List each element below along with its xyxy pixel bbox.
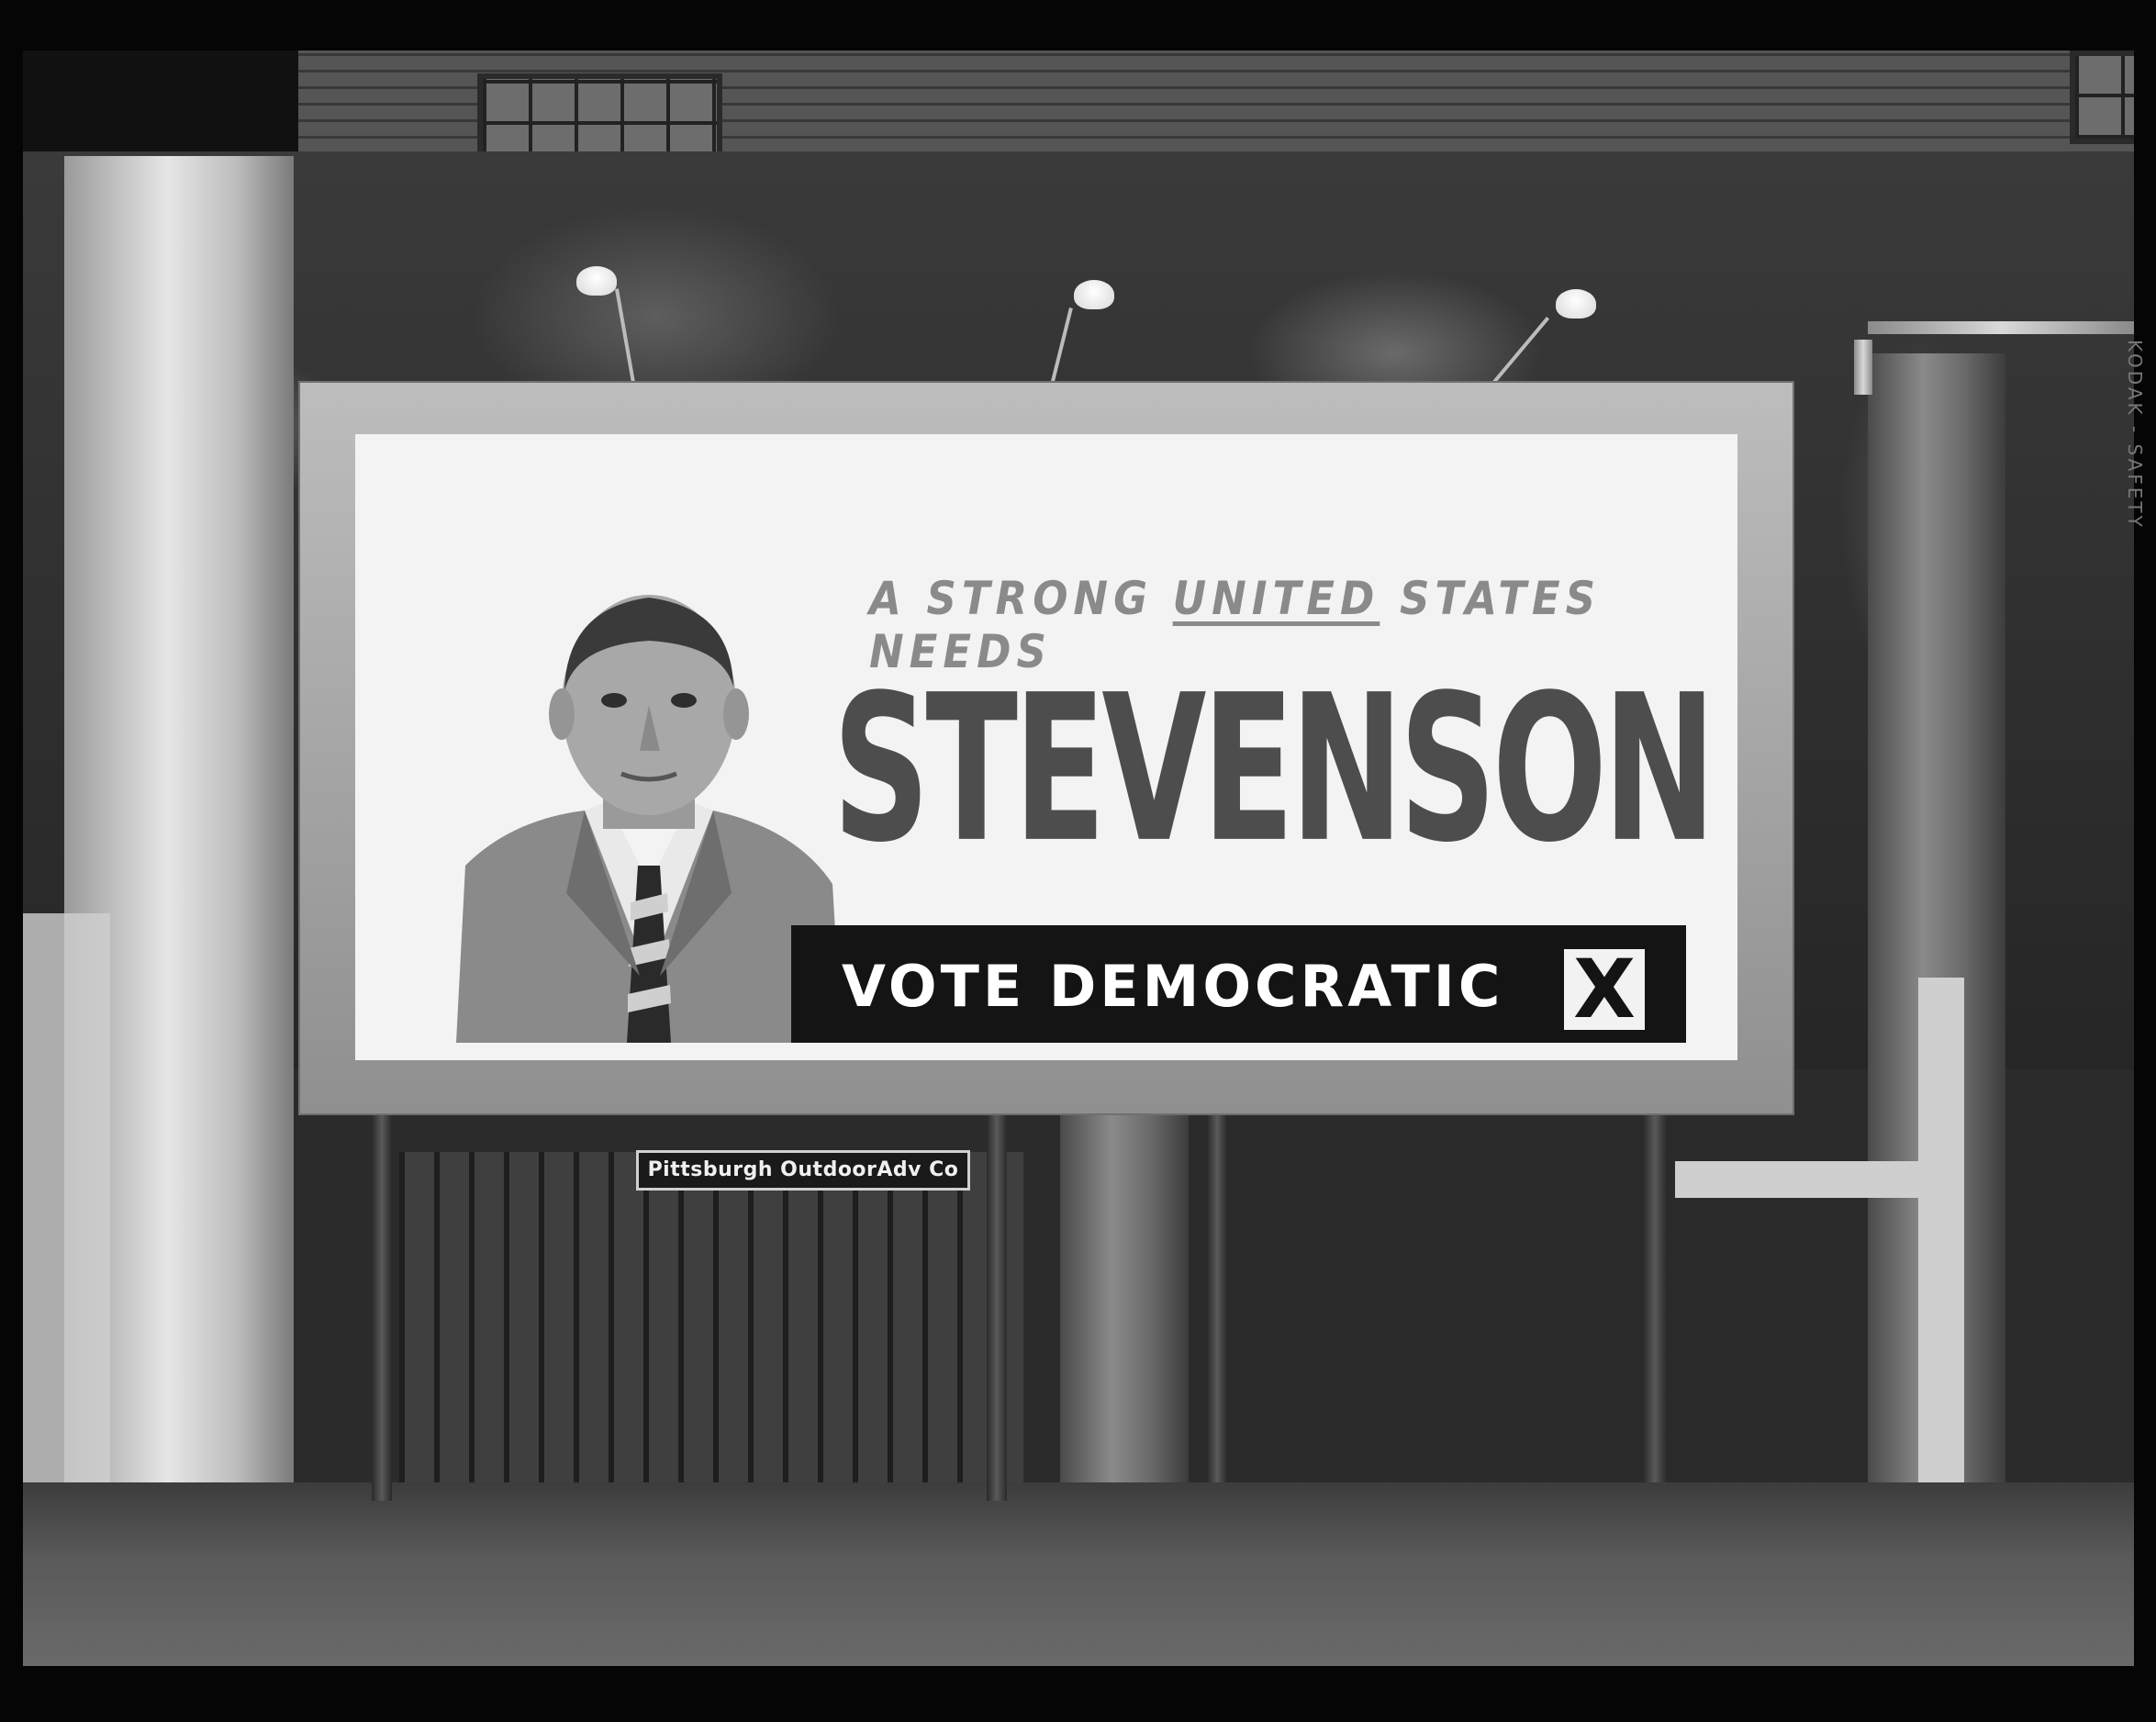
x-ballot-mark: X — [1564, 949, 1645, 1030]
billboard-poster: A STRONG UNITED STATES NEEDS STEVENSON V… — [355, 434, 1737, 1060]
street — [23, 1482, 2134, 1666]
gutter — [1868, 321, 2134, 334]
white-post — [1918, 978, 1964, 1492]
wooden-doors — [399, 1152, 1023, 1538]
vote-text: VOTE DEMOCRATIC — [842, 953, 1504, 1020]
billboard-lamp — [1556, 289, 1596, 319]
billboard-lamp — [576, 266, 617, 296]
drain-pipe — [1854, 340, 1872, 395]
billboard-post — [1207, 1115, 1227, 1482]
billboard-frame: A STRONG UNITED STATES NEEDS STEVENSON V… — [298, 381, 1794, 1115]
concrete-pillar — [1060, 1088, 1189, 1501]
film-edge-marking: KODAK - SAFETY — [2124, 340, 2146, 530]
building-window — [2070, 50, 2134, 144]
billboard-post — [372, 1115, 392, 1501]
white-rail — [1675, 1161, 1923, 1198]
billboard-post — [1643, 1115, 1667, 1482]
candidate-portrait — [456, 590, 842, 1043]
vote-banner: VOTE DEMOCRATIC X — [791, 925, 1686, 1043]
advertiser-plate: Pittsburgh OutdoorAdv Co — [636, 1150, 970, 1191]
candidate-name: STEVENSON — [832, 651, 1716, 888]
billboard-lamp — [1074, 280, 1114, 309]
billboard-post — [987, 1115, 1007, 1501]
headline-start: A STRONG — [869, 572, 1173, 625]
headline-underlined-word: UNITED — [1172, 572, 1380, 625]
white-fence — [23, 913, 110, 1482]
dark-sky-corner — [23, 50, 298, 151]
photograph: A STRONG UNITED STATES NEEDS STEVENSON V… — [23, 50, 2134, 1666]
